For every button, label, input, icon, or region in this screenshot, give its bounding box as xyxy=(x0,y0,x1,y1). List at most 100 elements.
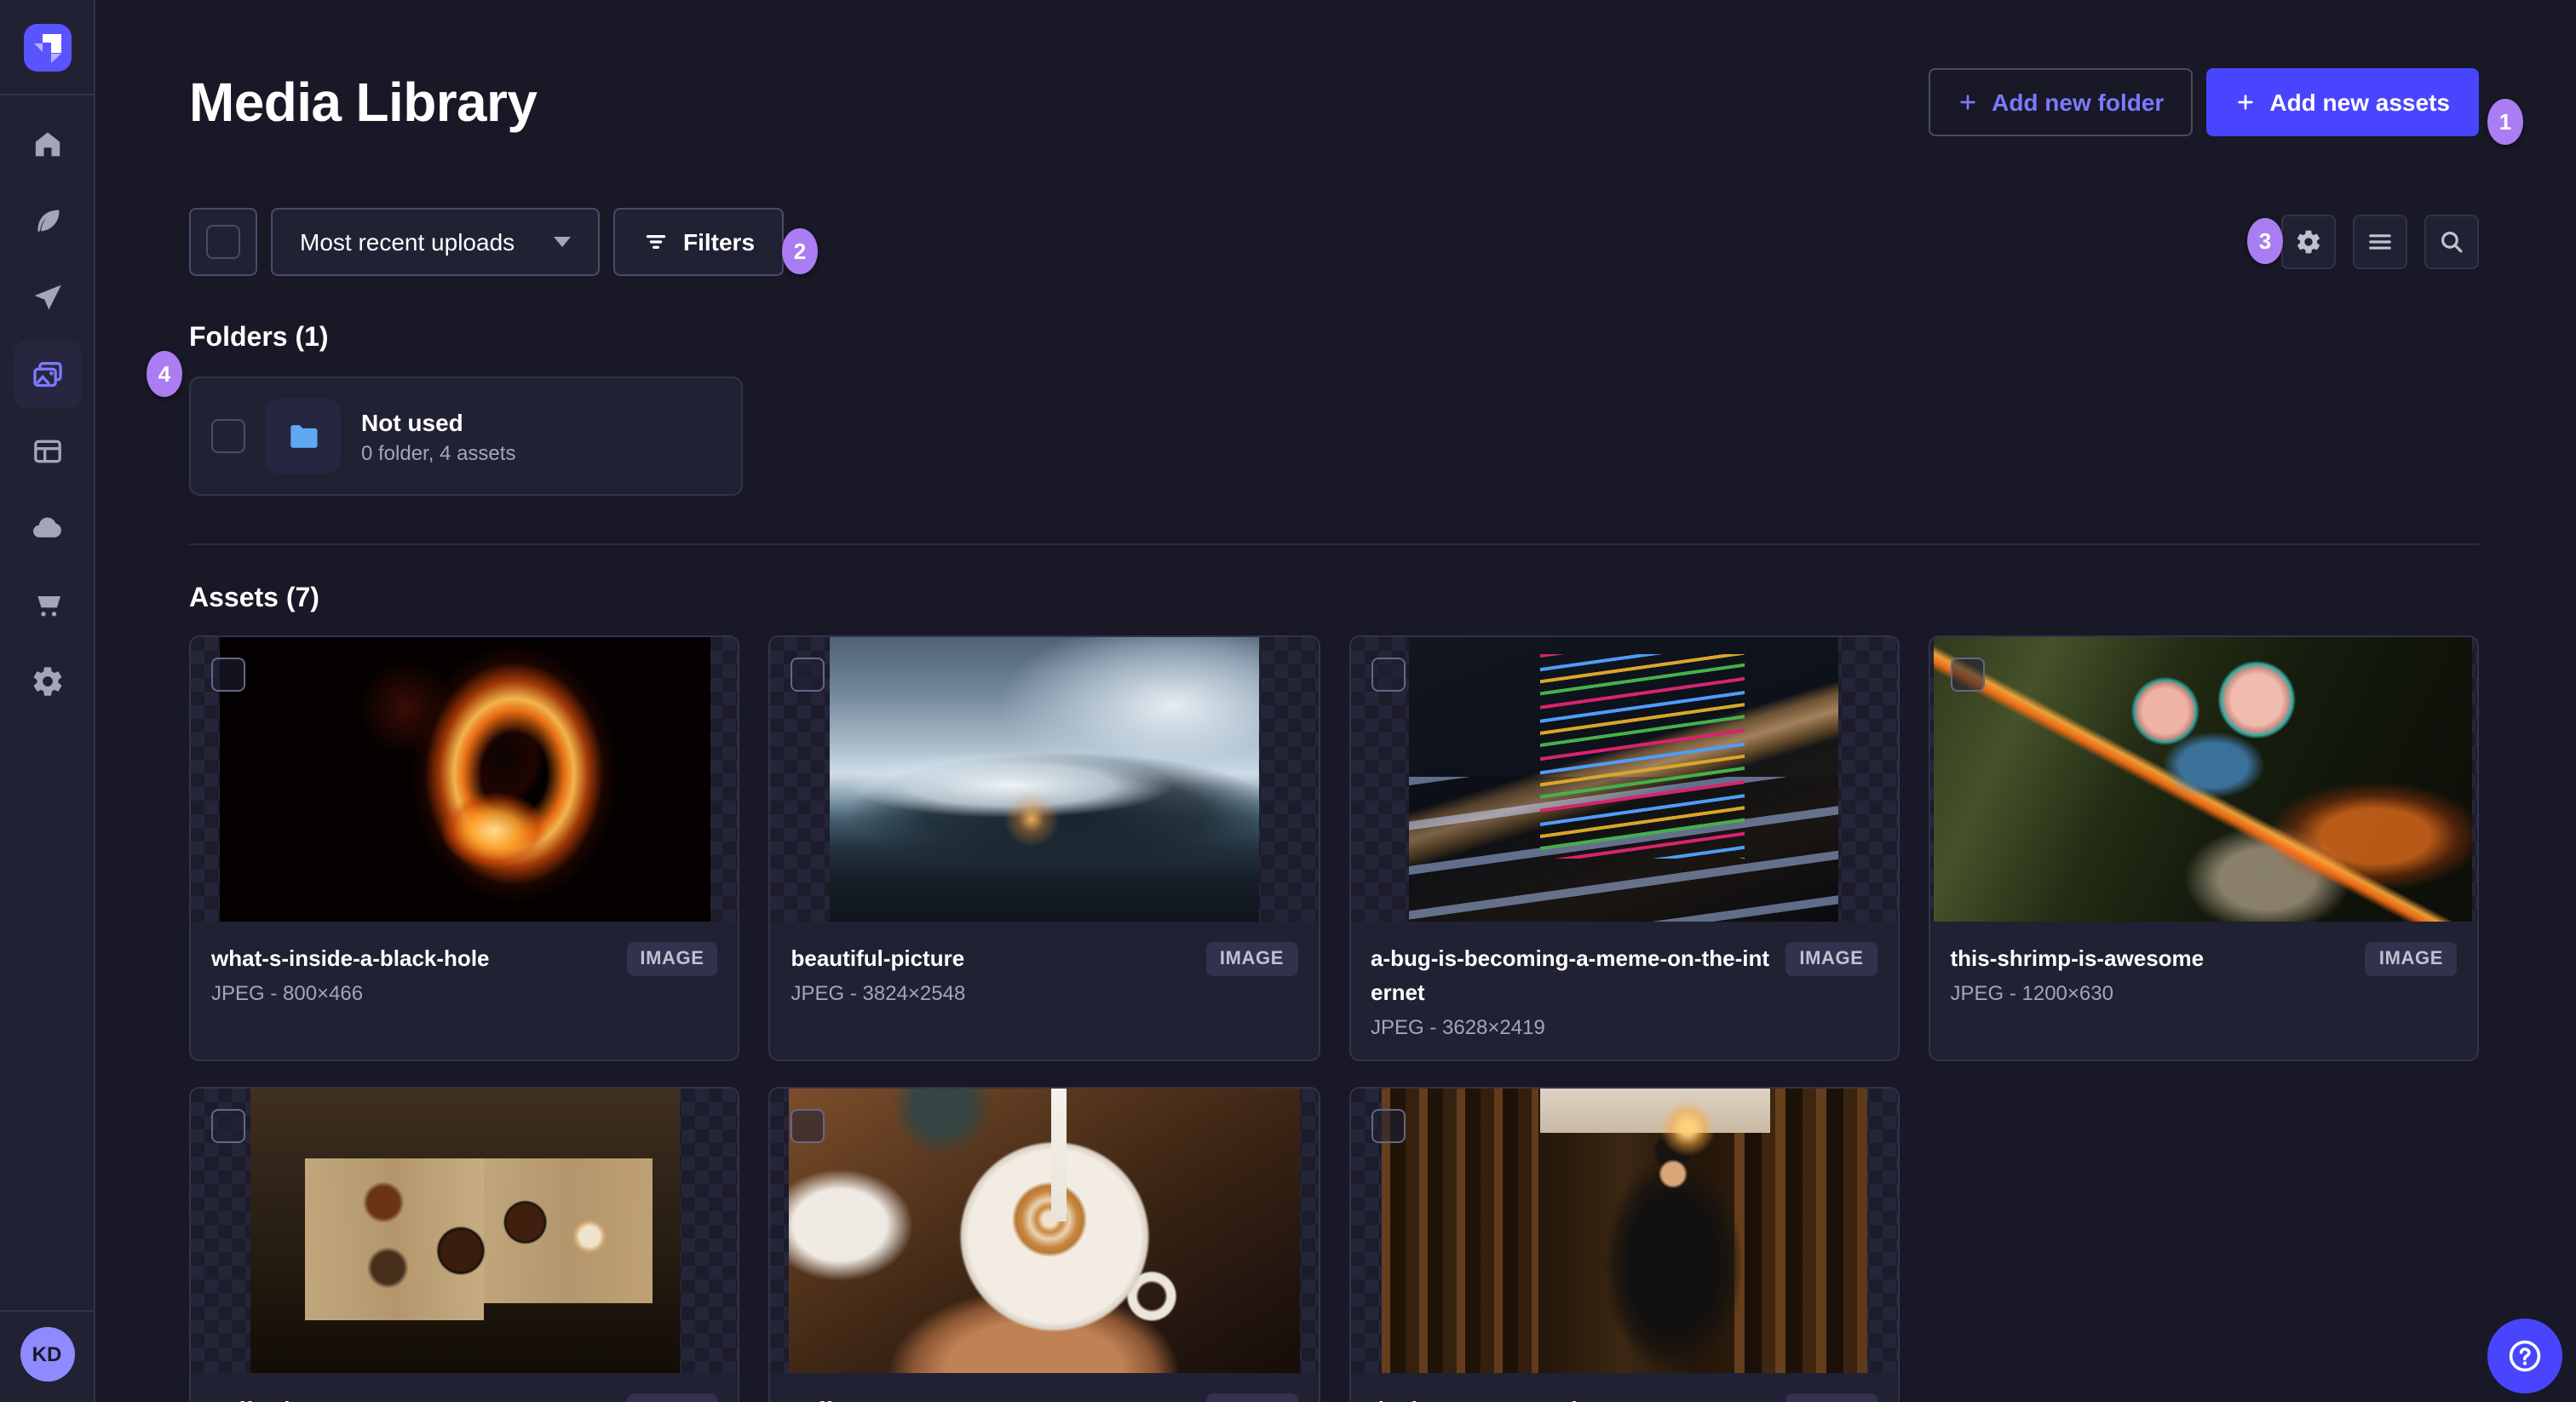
asset-type-badge: IMAGE xyxy=(626,942,718,976)
add-new-folder-button[interactable]: Add new folder xyxy=(1929,68,2194,136)
search-button[interactable] xyxy=(2424,215,2479,269)
folder-tile xyxy=(266,399,341,474)
asset-caption: a-bug-is-becoming-a-meme-on-the-internet… xyxy=(1350,922,1897,1060)
asset-thumbnail xyxy=(1350,1089,1898,1374)
asset-checkbox[interactable] xyxy=(791,658,825,692)
asset-type-badge: IMAGE xyxy=(1205,1393,1297,1402)
asset-title: a-bug-is-becoming-a-meme-on-the-internet xyxy=(1371,945,1769,1006)
feather-icon xyxy=(37,210,59,232)
asset-texts: beautiful-picture JPEG - 3824×2548 xyxy=(791,942,966,1005)
asset-caption: beautiful-picture JPEG - 3824×2548 IMAGE xyxy=(771,922,1318,1060)
asset-thumbnail xyxy=(770,637,1318,922)
annotation-badge-1: 1 xyxy=(2487,99,2523,145)
asset-thumbnail xyxy=(191,637,739,922)
asset-title: coffee-beans xyxy=(211,1394,386,1402)
sidebar-item-media-library[interactable] xyxy=(13,341,81,409)
asset-type-badge: IMAGE xyxy=(1205,942,1297,976)
plus-icon xyxy=(2238,95,2254,110)
asset-card[interactable]: what-s-inside-a-black-hole JPEG - 800×46… xyxy=(189,635,740,1062)
list-icon xyxy=(2369,234,2391,250)
sidebar-item-release[interactable] xyxy=(13,264,81,332)
sort-select-value: Most recent uploads xyxy=(300,228,515,256)
asset-texts: the-internet-s-own-boy JPEG - 1200×707 xyxy=(1371,1394,1611,1402)
sidebar-footer: KD xyxy=(0,1310,94,1402)
toolbar-left: Most recent uploads Filters xyxy=(189,208,785,276)
asset-meta: JPEG - 800×466 xyxy=(211,981,364,1006)
asset-checkbox[interactable] xyxy=(791,1109,825,1144)
asset-photo-code-laptop xyxy=(1409,637,1839,922)
sort-select[interactable]: Most recent uploads xyxy=(271,208,600,276)
question-mark-icon xyxy=(2509,1340,2541,1372)
asset-card[interactable]: beautiful-picture JPEG - 3824×2548 IMAGE xyxy=(768,635,1320,1062)
annotation-badge-2: 2 xyxy=(782,228,818,274)
asset-checkbox[interactable] xyxy=(1950,658,1985,692)
asset-caption: coffee-beans JPEG - 5021×3347 IMAGE xyxy=(191,1374,738,1402)
sidebar-nav xyxy=(13,111,81,715)
asset-caption: this-shrimp-is-awesome JPEG - 1200×630 I… xyxy=(1930,922,2477,1060)
asset-thumbnail xyxy=(191,1089,739,1374)
asset-photo-mountains xyxy=(829,637,1259,922)
filters-button[interactable]: Filters xyxy=(613,208,785,276)
asset-type-badge: IMAGE xyxy=(626,1393,718,1402)
asset-card[interactable]: the-internet-s-own-boy JPEG - 1200×707 I… xyxy=(1348,1087,1900,1402)
images-icon xyxy=(32,362,61,388)
gear-icon xyxy=(2297,230,2320,254)
sidebar-item-content-manager[interactable] xyxy=(13,417,81,486)
strapi-logo[interactable] xyxy=(23,23,71,71)
cloud-icon xyxy=(32,517,60,537)
media-library-app: KD Media Library Add new folder Add new … xyxy=(0,0,2576,1402)
sidebar-item-settings[interactable] xyxy=(13,647,81,715)
add-new-assets-label: Add new assets xyxy=(2269,89,2450,116)
asset-card[interactable]: coffee-beans JPEG - 5021×3347 IMAGE xyxy=(189,1087,740,1402)
folder-checkbox[interactable] xyxy=(211,419,245,453)
strapi-logo-icon xyxy=(33,33,60,62)
asset-meta: JPEG - 3628×2419 xyxy=(1371,1015,1545,1040)
asset-checkbox[interactable] xyxy=(211,658,245,692)
asset-texts: a-bug-is-becoming-a-meme-on-the-internet… xyxy=(1371,942,1772,1040)
add-new-assets-button[interactable]: Add new assets xyxy=(2206,68,2479,136)
asset-texts: coffee-art JPEG - 5824×3259 xyxy=(791,1394,966,1402)
folder-title: Not used xyxy=(361,408,463,435)
asset-photo-coffee-beans xyxy=(250,1089,680,1374)
cart-icon xyxy=(37,596,60,617)
select-all-checkbox[interactable] xyxy=(206,225,240,259)
list-view-button[interactable] xyxy=(2353,215,2407,269)
folder-card[interactable]: Not used 0 folder, 4 assets xyxy=(189,376,743,496)
sidebar-item-cloud[interactable] xyxy=(13,494,81,562)
header-actions: Add new folder Add new assets xyxy=(1929,68,2479,136)
asset-card[interactable]: coffee-art JPEG - 5824×3259 IMAGE xyxy=(768,1087,1320,1402)
sidebar-item-content-builder[interactable] xyxy=(13,187,81,256)
sidebar-item-home[interactable] xyxy=(13,111,81,179)
asset-grid: what-s-inside-a-black-hole JPEG - 800×46… xyxy=(189,635,2479,1402)
page-title: Media Library xyxy=(189,71,538,132)
filter-icon xyxy=(646,235,666,249)
gear-icon xyxy=(32,667,61,696)
asset-title: what-s-inside-a-black-hole xyxy=(211,945,490,971)
asset-title: this-shrimp-is-awesome xyxy=(1950,945,2205,971)
logo-wrap xyxy=(0,0,94,95)
select-all-button[interactable] xyxy=(189,208,257,276)
asset-photo-shrimp xyxy=(1934,637,2473,922)
asset-photo-black-hole xyxy=(219,637,710,922)
settings-view-button[interactable] xyxy=(2281,215,2336,269)
avatar[interactable]: KD xyxy=(20,1327,74,1382)
asset-type-badge: IMAGE xyxy=(1785,942,1877,976)
assets-heading: Assets (7) xyxy=(189,584,319,613)
asset-thumbnail xyxy=(1929,637,2477,922)
folder-subtitle: 0 folder, 4 assets xyxy=(361,440,516,464)
plus-icon xyxy=(1960,95,1975,110)
asset-checkbox[interactable] xyxy=(1371,658,1405,692)
asset-title: coffee-art xyxy=(791,1394,966,1402)
asset-type-badge: IMAGE xyxy=(1785,1393,1877,1402)
asset-type-badge: IMAGE xyxy=(2365,942,2457,976)
asset-checkbox[interactable] xyxy=(1371,1109,1405,1144)
asset-caption: coffee-art JPEG - 5824×3259 IMAGE xyxy=(771,1374,1318,1402)
folders-heading: Folders (1) xyxy=(189,324,329,353)
asset-checkbox[interactable] xyxy=(211,1109,245,1144)
asset-card[interactable]: this-shrimp-is-awesome JPEG - 1200×630 I… xyxy=(1928,635,2479,1062)
sidebar-item-marketplace[interactable] xyxy=(13,571,81,639)
asset-texts: what-s-inside-a-black-hole JPEG - 800×46… xyxy=(211,942,490,1005)
asset-thumbnail xyxy=(770,1089,1318,1374)
asset-card[interactable]: a-bug-is-becoming-a-meme-on-the-internet… xyxy=(1348,635,1900,1062)
help-button[interactable] xyxy=(2487,1319,2562,1393)
